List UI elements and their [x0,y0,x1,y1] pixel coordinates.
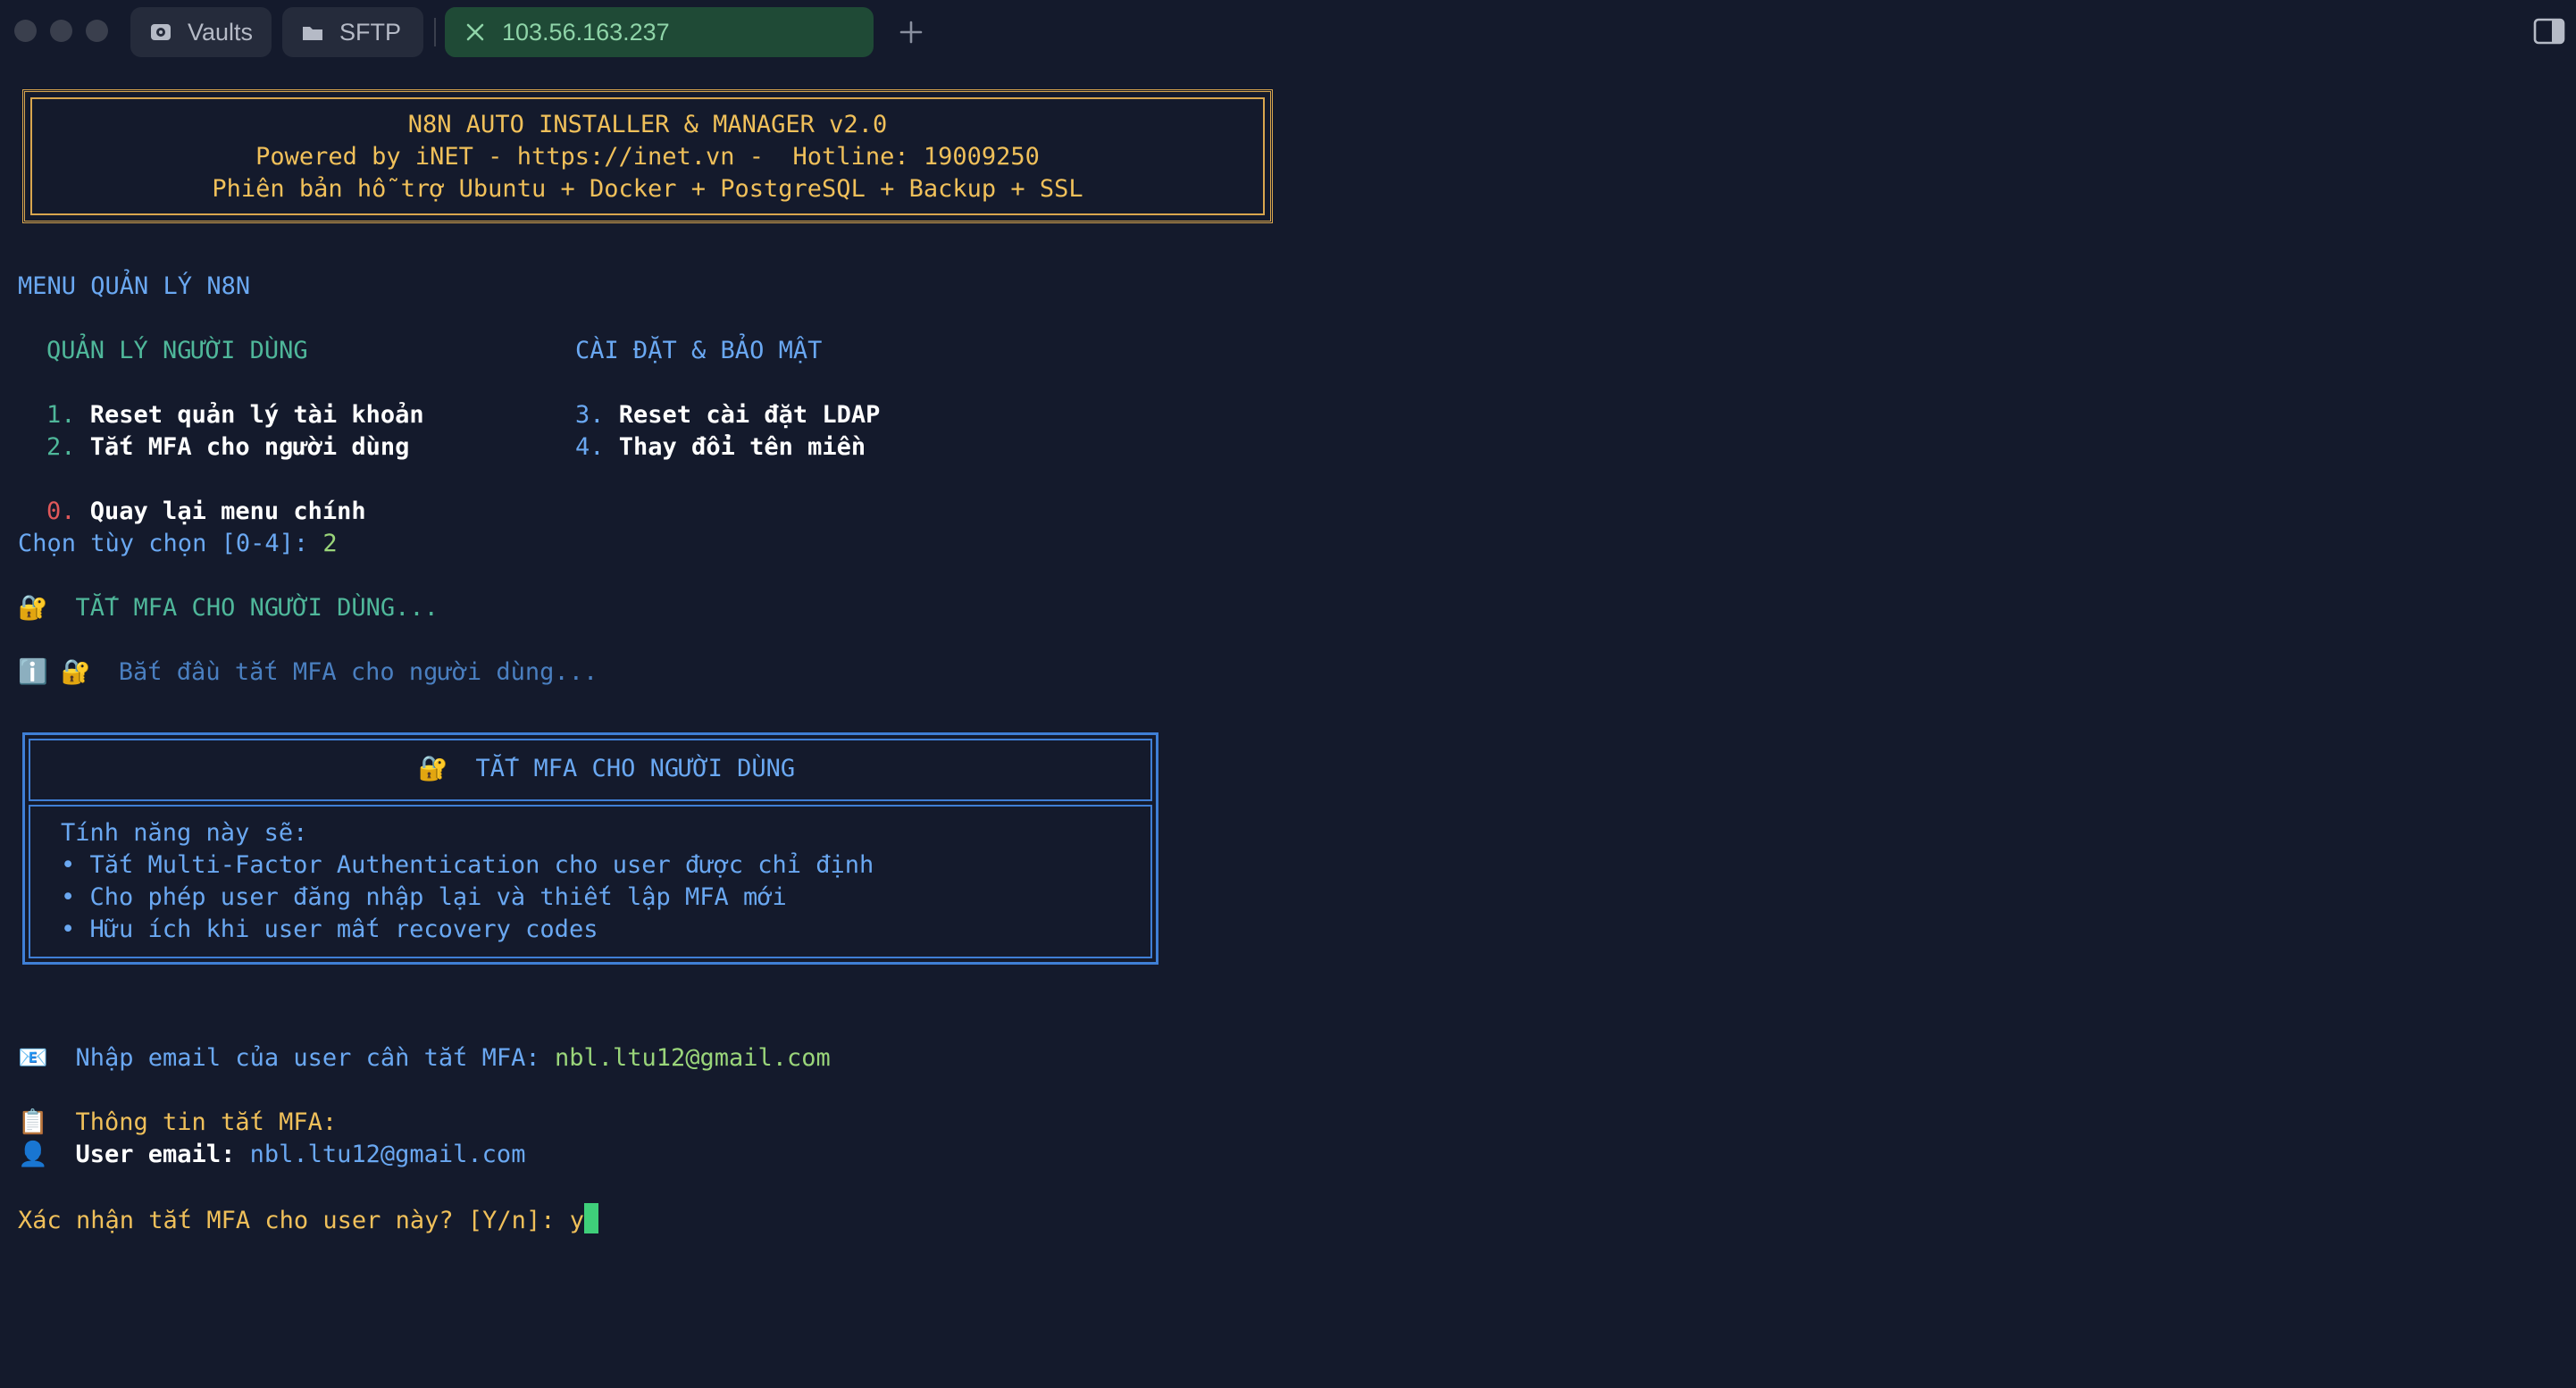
confirm-prompt[interactable]: Xác nhận tắt MFA cho user này? [Y/n]: y [18,1203,598,1237]
terminal-cursor [583,1203,598,1233]
new-tab-button[interactable] [893,14,929,50]
sidebar-toggle-icon [2533,18,2565,45]
plus-icon [899,21,923,44]
clipboard-icon: 📋 [18,1108,48,1136]
banner-powered-by: Powered by iNET - https://inet.vn - Hotl… [255,143,1040,171]
menu-item-1[interactable]: 1. Reset quản lý tài khoản [46,399,424,431]
mfa-box-bullet-2: • Cho phép user đăng nhập lại và thiết l… [61,883,787,911]
info-heading: 📋 Thông tin tắt MFA: [18,1107,337,1139]
menu-section-users: QUẢN LÝ NGƯỜI DÙNG [46,337,308,364]
status-starting: ℹ️ 🔐 Bắt đầu tắt MFA cho người dùng... [18,656,598,689]
user-icon: 👤 [18,1141,48,1168]
folder-icon [298,18,327,46]
close-icon[interactable] [461,18,489,46]
tab-sftp[interactable]: SFTP [282,7,423,57]
tab-label: SFTP [339,18,402,46]
menu-item-back[interactable]: 0. Quay lại menu chính [46,496,366,528]
tab-label: Vaults [188,18,254,46]
menu-section-settings: CÀI ĐẶT & BẢO MẬT [575,337,823,364]
sidebar-toggle-button[interactable] [2533,18,2565,46]
menu-choice-value: 2 [322,530,338,557]
banner-support: Phiên bản hỗ trợ Ubuntu + Docker + Postg… [212,175,1083,203]
tab-separator [434,18,436,46]
window-minimize-button[interactable] [50,20,72,42]
envelope-icon: 📧 [18,1044,48,1072]
mfa-box-bullet-1: • Tắt Multi-Factor Authentication cho us… [61,851,874,879]
info-icon: ℹ️ [18,658,48,686]
menu-item-2[interactable]: 2. Tắt MFA cho người dùng [46,431,409,464]
tab-label: 103.56.163.237 [502,18,670,46]
window-close-button[interactable] [14,20,37,42]
email-input-value: nbl.ltu12@gmail.com [554,1044,831,1072]
window-zoom-button[interactable] [86,20,108,42]
vault-icon [146,18,175,46]
info-user-email: 👤 User email: nbl.ltu12@gmail.com [18,1139,525,1171]
menu-item-4[interactable]: 4. Thay đổi tên miền [575,431,866,464]
menu-title: MENU QUẢN LÝ N8N [18,272,251,300]
tab-ssh-session[interactable]: 103.56.163.237 [445,7,874,57]
menu-item-3[interactable]: 3. Reset cài đặt LDAP [575,399,880,431]
mfa-box-bullet-3: • Hữu ích khi user mất recovery codes [61,916,598,943]
banner-title: N8N AUTO INSTALLER & MANAGER v2.0 [407,111,888,138]
lock-icon: 🔐 [18,594,48,622]
menu-choice-prompt: Chọn tùy chọn [0-4]: 2 [18,530,338,557]
status-heading: 🔐 TẮT MFA CHO NGƯỜI DÙNG... [18,592,439,624]
tab-vaults[interactable]: Vaults [130,7,272,57]
confirm-input: y [569,1207,584,1234]
email-prompt: 📧 Nhập email của user cần tắt MFA: nbl.l… [18,1042,831,1074]
lock-icon: 🔐 [61,658,91,686]
mfa-box-title: 🔐 TẮT MFA CHO NGƯỜI DÙNG [418,753,795,785]
lock-icon: 🔐 [418,755,448,782]
mfa-box-intro: Tính năng này sẽ: [61,819,308,847]
title-bar: Vaults SFTP 103.56.163.237 [0,0,2576,64]
